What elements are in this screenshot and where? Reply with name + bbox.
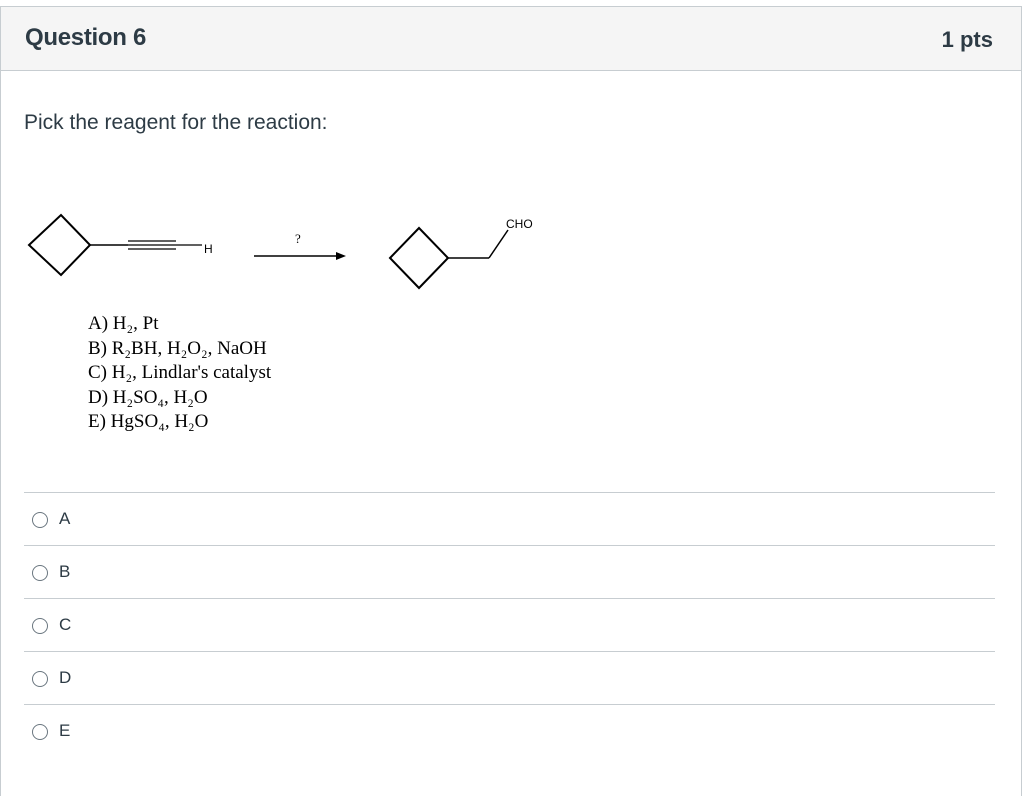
reactant-cyclobutane-ring	[27, 213, 92, 277]
radio-button-a[interactable]	[32, 512, 48, 528]
answer-label-d[interactable]: D	[59, 668, 71, 688]
product-cho-label: CHO	[506, 217, 533, 231]
answer-label-c[interactable]: C	[59, 615, 71, 635]
reagent-option: C) H₂, Lindlar's catalyst	[88, 362, 272, 383]
answer-choice-d[interactable]: D	[24, 651, 995, 704]
question-prompt: Pick the reagent for the reaction:	[24, 111, 328, 134]
product-bond-2	[488, 229, 509, 259]
radio-button-e[interactable]	[32, 724, 48, 740]
radio-button-b[interactable]	[32, 565, 48, 581]
answer-choice-b[interactable]: B	[24, 545, 995, 598]
answer-label-b[interactable]: B	[59, 562, 70, 582]
reagent-option: A) H₂, Pt	[88, 313, 159, 334]
reagent-option: E) HgSO₄, H₂O	[88, 411, 209, 432]
reaction-arrow-label: ?	[295, 231, 301, 246]
answer-label-a[interactable]: A	[59, 509, 70, 529]
question-header: Question 6 1 pts	[1, 7, 1021, 71]
answer-choices: A B C D E	[24, 492, 995, 757]
reagent-options-list: A) H₂, Pt B) R₂BH, H₂O₂, NaOH C) H₂, Lin…	[88, 312, 271, 435]
reagent-option: B) R₂BH, H₂O₂, NaOH	[88, 337, 267, 359]
radio-button-d[interactable]	[32, 671, 48, 687]
answer-choice-c[interactable]: C	[24, 598, 995, 651]
answer-choice-e[interactable]: E	[24, 704, 995, 757]
product-cyclobutane-ring	[388, 226, 450, 290]
reactant-h-label: H	[204, 242, 213, 256]
question-title: Question 6	[25, 24, 147, 51]
answer-choice-a[interactable]: A	[24, 492, 995, 545]
radio-button-c[interactable]	[32, 618, 48, 634]
question-points: 1 pts	[941, 27, 993, 52]
reagent-option: D) H₂SO₄, H₂O	[88, 386, 208, 408]
answer-label-e[interactable]: E	[59, 721, 70, 741]
reaction-arrowhead	[336, 252, 346, 260]
